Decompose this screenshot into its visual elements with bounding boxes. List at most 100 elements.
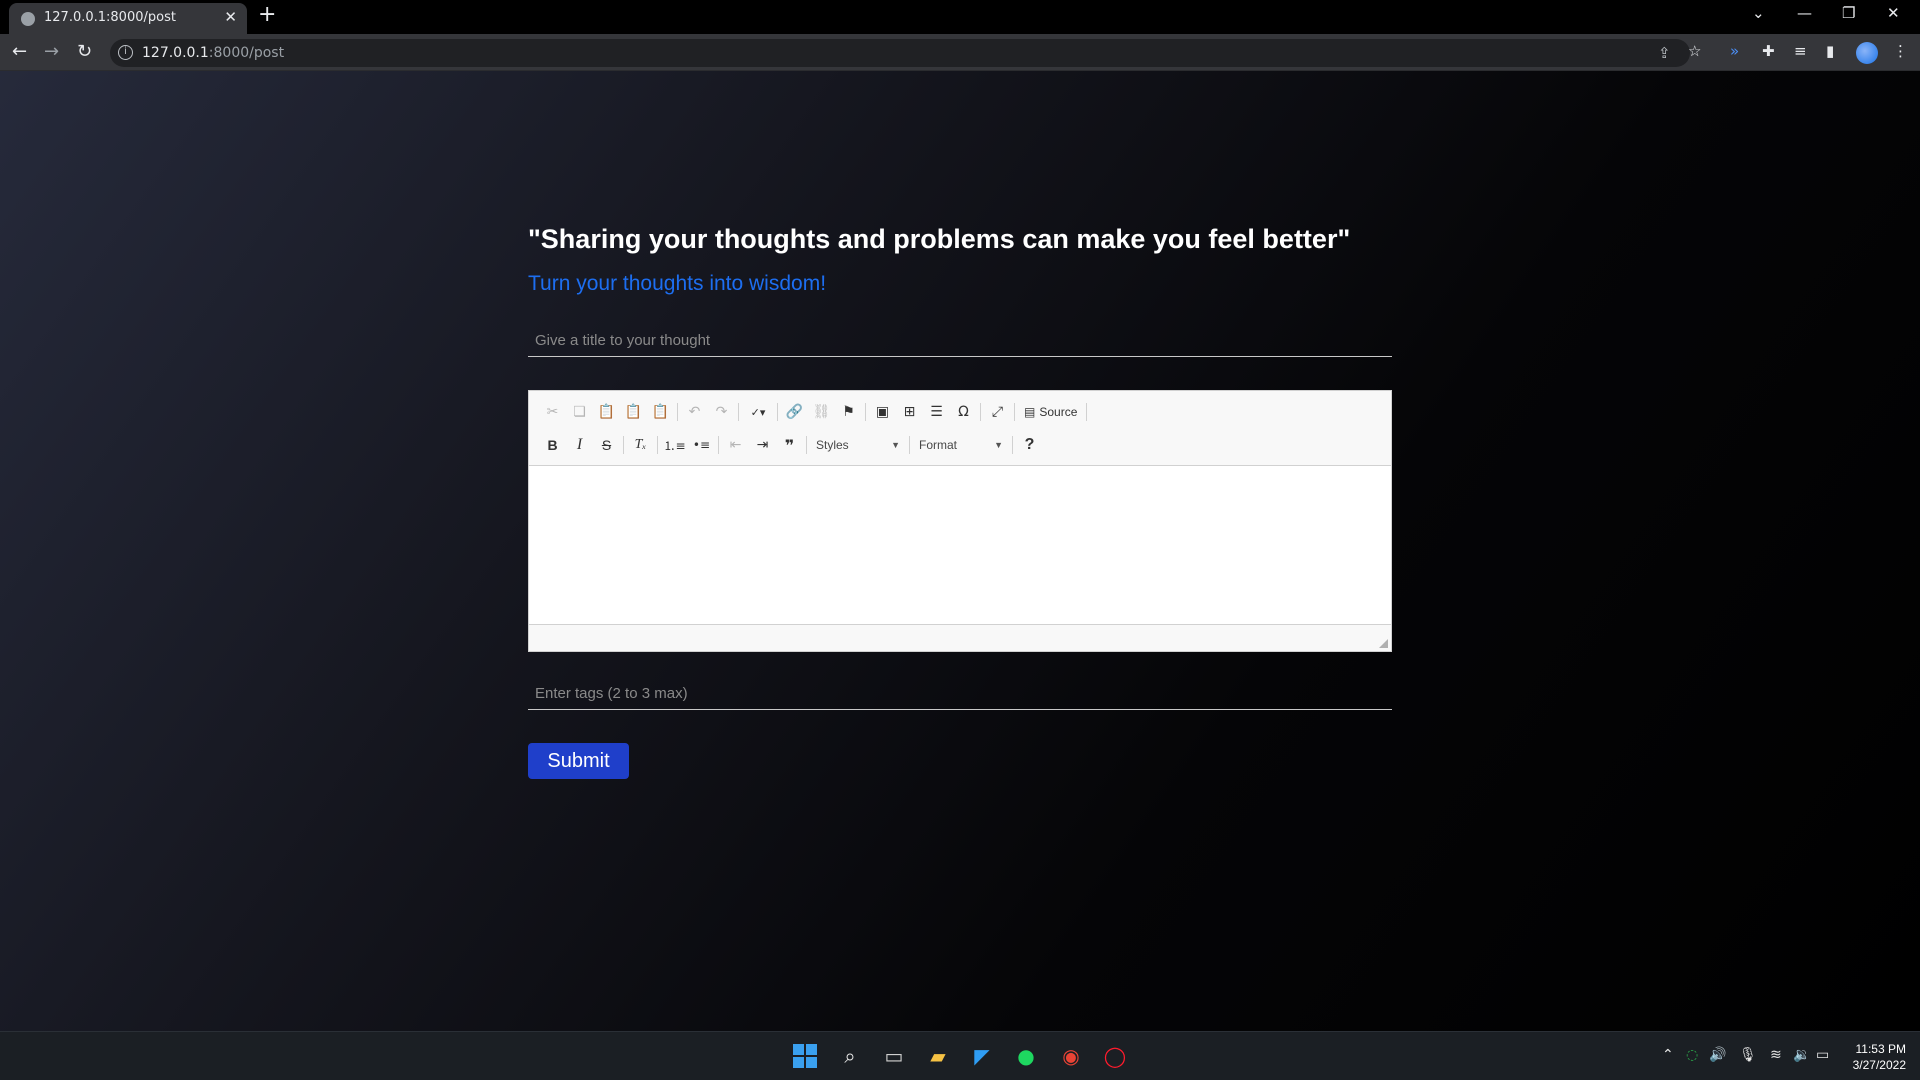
cut-icon[interactable]: ✂ <box>539 400 566 424</box>
media-control-icon[interactable]: ≡ <box>1794 42 1807 60</box>
maximize-icon[interactable]: ⤢ <box>984 400 1011 424</box>
toolbar-separator <box>1086 403 1088 421</box>
opera-icon[interactable]: ◯ <box>1101 1042 1129 1070</box>
paste-from-word-icon[interactable]: 📋 <box>647 400 674 424</box>
styles-dropdown[interactable]: Styles ▼ <box>810 434 906 456</box>
paste-icon[interactable]: 📋 <box>593 400 620 424</box>
clock-time: 11:53 PM <box>1855 1042 1906 1056</box>
microphone-icon[interactable]: 🎙 <box>1739 1047 1757 1063</box>
decrease-indent-icon[interactable]: ⇤ <box>722 433 749 457</box>
source-label: Source <box>1039 405 1078 419</box>
globe-icon <box>21 12 35 26</box>
extension-read-aloud-icon[interactable]: » <box>1730 42 1739 60</box>
numbered-list-icon[interactable]: ⒈≡ <box>661 433 688 457</box>
toolbar-separator <box>657 436 658 454</box>
url-text: 127.0.0.1:8000/post <box>142 45 285 61</box>
editor-status-bar <box>529 624 1391 651</box>
special-character-icon[interactable]: Ω <box>950 400 977 424</box>
tags-input[interactable] <box>528 678 1392 709</box>
side-panel-icon[interactable]: ▮ <box>1826 42 1834 60</box>
new-tab-button[interactable]: + <box>258 2 276 27</box>
address-bar[interactable]: i 127.0.0.1:8000/post ⇪ <box>110 39 1690 67</box>
tab-title: 127.0.0.1:8000/post <box>44 10 176 25</box>
format-label: Format <box>919 438 958 452</box>
image-icon[interactable]: ▣ <box>869 400 896 424</box>
paste-text-icon[interactable]: 📋 <box>620 400 647 424</box>
chrome-icon[interactable]: ◉ <box>1057 1042 1085 1070</box>
extensions-puzzle-icon[interactable]: ✚ <box>1762 42 1775 60</box>
browser-tab-strip: 127.0.0.1:8000/post ✕ + ⌄ — ❐ ✕ <box>0 0 1920 34</box>
volume-icon[interactable]: 🔉 <box>1793 1047 1810 1063</box>
editor-toolbar-row-2: B I S Tₓ ⒈≡ •≡ ⇤ ⇥ ❞ Styles ▼ Format ▼ ? <box>539 432 1043 458</box>
increase-indent-icon[interactable]: ⇥ <box>749 433 776 457</box>
spellcheck-icon[interactable]: ✓▾ <box>742 400 774 424</box>
browser-menu-icon[interactable]: ⋮ <box>1893 42 1908 60</box>
submit-button[interactable]: Submit <box>528 743 629 779</box>
toolbar-separator <box>623 436 624 454</box>
anchor-flag-icon[interactable]: ⚑ <box>835 400 862 424</box>
source-button[interactable]: ▤ Source <box>1018 405 1083 419</box>
editor-content-area[interactable] <box>529 466 1391 624</box>
bulleted-list-icon[interactable]: •≡ <box>688 433 715 457</box>
windows-logo-icon <box>793 1044 817 1068</box>
undo-icon[interactable]: ↶ <box>681 400 708 424</box>
profile-avatar[interactable] <box>1856 42 1878 64</box>
link-icon[interactable]: 🔗 <box>781 400 808 424</box>
close-window-button[interactable]: ✕ <box>1887 4 1900 22</box>
redo-icon[interactable]: ↷ <box>708 400 735 424</box>
toolbar-separator <box>1014 403 1015 421</box>
bookmark-star-icon[interactable]: ☆ <box>1688 42 1701 60</box>
toolbar-separator <box>806 436 807 454</box>
tray-app-icon[interactable]: ◌ <box>1686 1047 1698 1063</box>
windows-taskbar: ⌕ ▭ ▰ ◤ ● ◉ ◯ ⌃ ◌ 🔊 🎙 ≋ 🔉 ▭ 11:53 PM 3/2… <box>0 1031 1920 1080</box>
toolbar-separator <box>718 436 719 454</box>
battery-icon[interactable]: ▭ <box>1816 1047 1829 1063</box>
toolbar-separator <box>677 403 678 421</box>
italic-icon[interactable]: I <box>566 433 593 457</box>
editor-toolbar-row-1: ✂ ❏ 📋 📋 📋 ↶ ↷ ✓▾ 🔗 ⛓ ⚑ ▣ ⊞ ☰ Ω ⤢ ▤ Sourc… <box>539 399 1090 425</box>
toolbar-separator <box>738 403 739 421</box>
tags-field <box>528 678 1392 710</box>
resize-handle-icon[interactable] <box>1379 639 1388 648</box>
help-icon[interactable]: ? <box>1016 433 1043 457</box>
restore-button[interactable]: ❐ <box>1842 4 1855 22</box>
file-explorer-icon[interactable]: ▰ <box>924 1042 952 1070</box>
remove-format-icon[interactable]: Tₓ <box>627 433 654 457</box>
unlink-icon[interactable]: ⛓ <box>808 400 835 424</box>
source-document-icon: ▤ <box>1024 405 1036 419</box>
speaker-icon[interactable]: 🔊 <box>1709 1047 1726 1063</box>
format-dropdown[interactable]: Format ▼ <box>913 434 1009 456</box>
browser-toolbar: ← → ↻ i 127.0.0.1:8000/post ⇪ ☆ » ✚ ≡ ▮ … <box>0 34 1920 71</box>
table-icon[interactable]: ⊞ <box>896 400 923 424</box>
share-icon[interactable]: ⇪ <box>1658 44 1671 62</box>
toolbar-separator <box>1012 436 1013 454</box>
chevron-down-icon: ▼ <box>994 440 1003 450</box>
strikethrough-icon[interactable]: S <box>593 433 620 457</box>
tab-search-chevron-icon[interactable]: ⌄ <box>1752 4 1765 22</box>
browser-tab[interactable]: 127.0.0.1:8000/post ✕ <box>9 3 247 34</box>
toolbar-separator <box>777 403 778 421</box>
forward-arrow-icon[interactable]: → <box>44 41 59 62</box>
spotify-icon[interactable]: ● <box>1012 1042 1040 1070</box>
horizontal-line-icon[interactable]: ☰ <box>923 400 950 424</box>
post-page: "Sharing your thoughts and problems can … <box>0 71 1920 1031</box>
back-arrow-icon[interactable]: ← <box>12 41 27 62</box>
reload-icon[interactable]: ↻ <box>77 41 92 62</box>
system-clock[interactable]: 11:53 PM 3/27/2022 <box>1840 1041 1906 1073</box>
title-input[interactable] <box>528 325 1392 356</box>
search-icon[interactable]: ⌕ <box>836 1042 864 1070</box>
site-info-icon[interactable]: i <box>118 45 133 60</box>
vscode-icon[interactable]: ◤ <box>968 1042 996 1070</box>
page-subtitle: Turn your thoughts into wisdom! <box>528 272 827 295</box>
minimize-button[interactable]: — <box>1797 4 1812 22</box>
clock-date: 3/27/2022 <box>1852 1058 1906 1072</box>
close-tab-icon[interactable]: ✕ <box>224 8 237 26</box>
start-button[interactable] <box>791 1042 819 1070</box>
blockquote-icon[interactable]: ❞ <box>776 433 803 457</box>
wifi-icon[interactable]: ≋ <box>1770 1047 1782 1063</box>
copy-icon[interactable]: ❏ <box>566 400 593 424</box>
bold-icon[interactable]: B <box>539 433 566 457</box>
toolbar-separator <box>980 403 981 421</box>
show-hidden-icons-chevron-icon[interactable]: ⌃ <box>1662 1047 1674 1063</box>
task-view-icon[interactable]: ▭ <box>880 1042 908 1070</box>
